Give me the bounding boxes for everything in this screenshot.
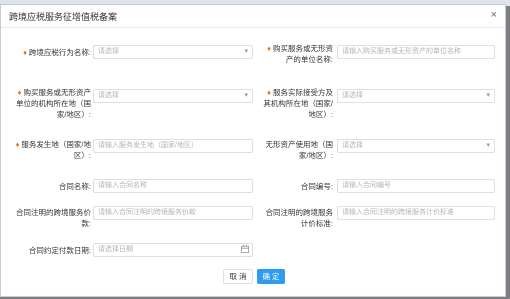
required-icon: ♦ xyxy=(23,48,27,57)
contract-name-label: 合同名称: xyxy=(58,182,91,191)
confirm-button[interactable]: 确 定 xyxy=(257,269,285,284)
purchaser-region-select[interactable]: 请选择 ▾ xyxy=(93,89,253,103)
recipient-region-select[interactable]: 请选择 ▾ xyxy=(337,89,495,103)
required-icon: ♦ xyxy=(15,140,20,149)
contract-price-std-label: 合同注明的跨境服务计价标准: xyxy=(265,208,334,228)
purchaser-region-label: ♦ 购买服务或无形资产单位的机构所在地（国家/地区）: xyxy=(16,88,91,119)
chevron-down-icon: ▾ xyxy=(486,142,490,149)
service-location-label: ♦ 服务发生地（国家/地区）: xyxy=(15,140,91,160)
purchaser-unit-input[interactable]: 请输入购买服务或无形资产的单位名称 xyxy=(337,45,495,59)
filing-dialog: 跨境应税服务征增值税备案 × ♦ 跨境应税行为名称: 请选择 ▾ ♦ 购买服务或无形资… xyxy=(0,4,506,297)
contract-number-input[interactable]: 请输入合同编号 xyxy=(337,179,495,193)
contract-name-input[interactable]: 请输入合同名称 xyxy=(93,179,253,193)
dialog-titlebar: 跨境应税服务征增值税备案 × xyxy=(1,5,505,28)
dialog-title: 跨境应税服务征增值税备案 xyxy=(9,11,118,22)
chevron-down-icon: ▾ xyxy=(244,48,248,55)
contract-number-label: 合同编号: xyxy=(300,182,333,191)
chevron-down-icon: ▾ xyxy=(244,92,248,99)
chevron-down-icon: ▾ xyxy=(486,92,490,99)
intangible-location-select[interactable]: 请选择 ▾ xyxy=(337,139,495,153)
intangible-location-label: 无形资产使用地（国家/地区）: xyxy=(265,140,334,160)
taxable-country-select[interactable]: 请选择 ▾ xyxy=(93,45,253,59)
payment-date-label: 合同约定付款日期: xyxy=(28,246,91,255)
recipient-region-label: ♦ 服务实际接受方及其机构所在地（国家/地区）: xyxy=(263,88,333,119)
taxable-country-label: ♦ 跨境应税行为名称: xyxy=(23,48,91,57)
required-icon: ♦ xyxy=(267,44,271,53)
contract-price-input[interactable]: 请输入合同注明的跨境服务价款 xyxy=(93,206,253,220)
contract-price-std-input[interactable]: 请输入合同注明的跨境服务计价标准 xyxy=(337,206,495,220)
calendar-icon xyxy=(241,245,249,253)
contract-price-label: 合同注明的跨境服务价款: xyxy=(16,208,91,228)
cancel-button[interactable]: 取 消 xyxy=(223,269,253,284)
service-location-input[interactable]: 请输入服务发生地（国家/地区） xyxy=(93,139,253,153)
required-icon: ♦ xyxy=(17,88,22,97)
close-icon[interactable]: × xyxy=(491,9,497,21)
purchaser-unit-label: ♦ 购买服务或无形资产的单位名称: xyxy=(267,44,333,64)
payment-date-picker[interactable]: 请选择日期 xyxy=(93,243,253,257)
required-icon: ♦ xyxy=(267,88,271,97)
